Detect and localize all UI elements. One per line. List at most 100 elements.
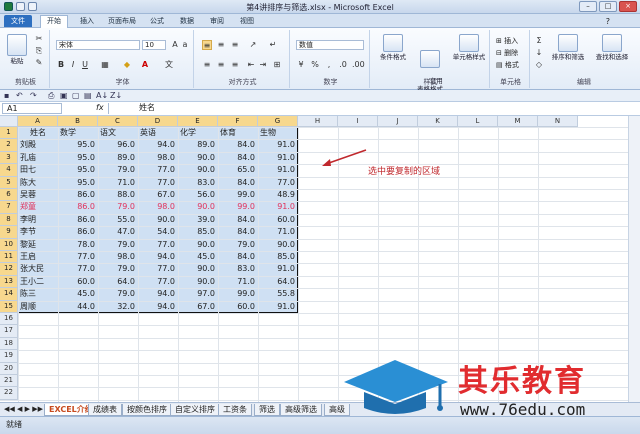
tab-data[interactable]: 数据	[180, 16, 194, 26]
name-cell[interactable]: 刘殿	[20, 139, 58, 151]
score-cell[interactable]: 39.0	[178, 214, 218, 226]
formula-input[interactable]: 姓名	[108, 103, 628, 114]
fill-color-icon[interactable]: ◆	[122, 60, 132, 70]
font-size-select[interactable]: 10	[142, 40, 166, 50]
name-cell[interactable]: 李节	[20, 226, 58, 238]
score-cell[interactable]: 96.0	[98, 139, 138, 151]
score-cell[interactable]: 94.0	[138, 288, 178, 300]
score-cell[interactable]: 60.0	[258, 214, 298, 226]
tab-file[interactable]: 文件	[4, 15, 32, 27]
copy-icon[interactable]: ⎘	[34, 46, 44, 56]
score-cell[interactable]: 84.0	[218, 152, 258, 164]
column-header[interactable]: L	[458, 116, 498, 127]
score-cell[interactable]: 90.0	[178, 164, 218, 176]
header-cell[interactable]: 生物	[260, 127, 296, 139]
new-icon[interactable]: ▢	[72, 91, 80, 100]
header-cell[interactable]: 语文	[100, 127, 136, 139]
score-cell[interactable]: 94.0	[138, 139, 178, 151]
score-cell[interactable]: 84.0	[218, 226, 258, 238]
font-color-icon[interactable]: A	[140, 60, 150, 70]
score-cell[interactable]: 86.0	[58, 189, 98, 201]
maximize-button[interactable]: □	[599, 1, 617, 12]
score-cell[interactable]: 60.0	[58, 276, 98, 288]
column-header[interactable]: I	[338, 116, 378, 127]
score-cell[interactable]: 89.0	[178, 139, 218, 151]
score-cell[interactable]: 77.0	[138, 239, 178, 251]
score-cell[interactable]: 89.0	[98, 152, 138, 164]
column-header[interactable]: H	[298, 116, 338, 127]
bold-icon[interactable]: B	[56, 60, 66, 70]
help-icon[interactable]: ?	[606, 17, 610, 26]
print-preview-icon[interactable]: ⎙	[48, 91, 54, 101]
score-cell[interactable]: 86.0	[58, 226, 98, 238]
score-cell[interactable]: 90.0	[178, 276, 218, 288]
sheet-tab-advanced-filter[interactable]: 高级筛选	[280, 404, 322, 416]
orientation-icon[interactable]: ↗	[248, 40, 258, 50]
tab-view[interactable]: 视图	[240, 16, 254, 26]
score-cell[interactable]: 67.0	[178, 301, 218, 313]
score-cell[interactable]: 86.0	[58, 201, 98, 213]
underline-icon[interactable]: U	[80, 60, 90, 70]
score-cell[interactable]: 98.0	[138, 201, 178, 213]
font-name-select[interactable]: 宋体	[56, 40, 140, 50]
fill-icon[interactable]: ↓	[534, 48, 544, 58]
score-cell[interactable]: 97.0	[178, 288, 218, 300]
column-header[interactable]: N	[538, 116, 578, 127]
print-icon[interactable]: ▣	[60, 91, 68, 100]
row-header[interactable]: 2	[0, 139, 18, 152]
save-icon[interactable]: ▪	[4, 91, 9, 100]
name-cell[interactable]: 王启	[20, 251, 58, 263]
clear-icon[interactable]: ◇	[534, 60, 544, 70]
column-header[interactable]: A	[18, 116, 58, 127]
score-cell[interactable]: 77.0	[58, 251, 98, 263]
column-header[interactable]: C	[98, 116, 138, 127]
score-cell[interactable]: 77.0	[138, 276, 178, 288]
paste-button[interactable]: 粘贴	[6, 34, 28, 65]
name-cell[interactable]: 孔庙	[20, 152, 58, 164]
column-header[interactable]: J	[378, 116, 418, 127]
score-cell[interactable]: 85.0	[178, 226, 218, 238]
score-cell[interactable]: 95.0	[58, 139, 98, 151]
fx-icon[interactable]: fx	[96, 103, 104, 112]
conditional-format-button[interactable]: 条件格式	[376, 34, 410, 61]
percent-icon[interactable]: %	[310, 60, 320, 70]
phonetic-icon[interactable]: 文	[164, 60, 174, 70]
score-cell[interactable]: 88.0	[98, 189, 138, 201]
sheet-tab-filter[interactable]: 筛选	[254, 404, 280, 416]
score-cell[interactable]: 71.0	[218, 276, 258, 288]
minimize-button[interactable]: –	[579, 1, 597, 12]
score-cell[interactable]: 99.0	[218, 288, 258, 300]
merge-center-icon[interactable]: ⊞	[272, 60, 282, 70]
name-cell[interactable]: 周顺	[20, 301, 58, 313]
sheet-tab-custom-sort[interactable]: 自定义排序	[170, 404, 220, 416]
score-cell[interactable]: 47.0	[98, 226, 138, 238]
column-header[interactable]: D	[138, 116, 178, 127]
score-cell[interactable]: 98.0	[98, 251, 138, 263]
score-cell[interactable]: 84.0	[218, 177, 258, 189]
format-painter-icon[interactable]: ✎	[34, 58, 44, 68]
undo-icon[interactable]: ↶	[16, 91, 23, 100]
name-cell[interactable]: 李明	[20, 214, 58, 226]
sheet-nav-icon[interactable]: ◀◀ ◀ ▶ ▶▶	[4, 405, 43, 413]
column-header[interactable]: M	[498, 116, 538, 127]
name-box[interactable]: A1	[2, 103, 62, 114]
score-cell[interactable]: 71.0	[258, 226, 298, 238]
score-cell[interactable]: 45.0	[58, 288, 98, 300]
score-cell[interactable]: 79.0	[98, 263, 138, 275]
score-cell[interactable]: 95.0	[58, 152, 98, 164]
name-cell[interactable]: 田七	[20, 164, 58, 176]
score-cell[interactable]: 79.0	[218, 239, 258, 251]
autosum-icon[interactable]: Σ	[534, 36, 544, 46]
decrease-indent-icon[interactable]: ⇤	[246, 60, 256, 70]
score-cell[interactable]: 32.0	[98, 301, 138, 313]
score-cell[interactable]: 99.0	[218, 189, 258, 201]
header-cell[interactable]: 体育	[220, 127, 256, 139]
score-cell[interactable]: 77.0	[138, 164, 178, 176]
align-top-icon[interactable]: ≡	[202, 40, 212, 50]
number-format-select[interactable]: 数值	[296, 40, 364, 50]
score-cell[interactable]: 83.0	[178, 177, 218, 189]
row-header[interactable]: 12	[0, 263, 18, 276]
row-header[interactable]: 9	[0, 226, 18, 239]
row-header[interactable]: 22	[0, 387, 18, 400]
row-header[interactable]: 20	[0, 362, 18, 375]
